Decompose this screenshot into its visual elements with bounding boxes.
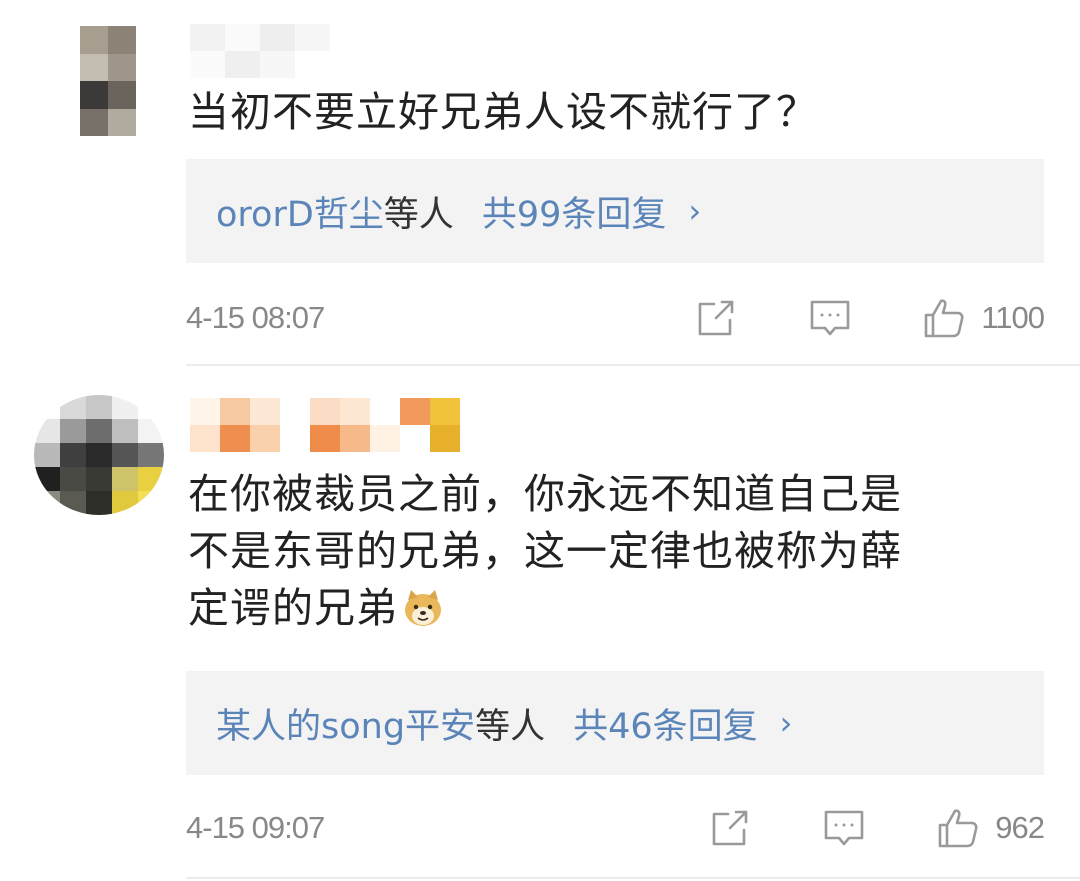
thumbs-up-icon[interactable] bbox=[933, 803, 983, 853]
comment-icon[interactable] bbox=[819, 803, 869, 853]
thumbs-up-icon[interactable] bbox=[919, 293, 969, 343]
timestamp: 4-15 09:07 bbox=[186, 810, 325, 845]
comment-text: 在你被裁员之前，你永远不知道自己是 不是东哥的兄弟，这一定律也被称为薛 定谔的兄… bbox=[188, 466, 1028, 637]
share-icon[interactable] bbox=[691, 293, 741, 343]
reply-count: 共46条回复 bbox=[573, 706, 758, 747]
reply-count: 共99条回复 bbox=[481, 194, 667, 235]
comment-actions: 962 bbox=[705, 803, 1045, 853]
share-icon[interactable] bbox=[705, 803, 755, 853]
username-pixelated[interactable] bbox=[190, 24, 330, 78]
chevron-right-icon: › bbox=[688, 192, 702, 230]
comment-text-body: 在你被裁员之前，你永远不知道自己是 不是东哥的兄弟，这一定律也被称为薛 定谔的兄… bbox=[188, 470, 902, 632]
reply-users-suffix: 等人 bbox=[383, 194, 454, 235]
comment-meta: 4-15 09:07 962 bbox=[186, 803, 1045, 853]
reply-users-link[interactable]: 某人的song平安 bbox=[216, 698, 475, 749]
reply-users-link[interactable]: ororD哲尘 bbox=[216, 186, 384, 237]
divider bbox=[186, 877, 1080, 879]
doge-emoji-icon bbox=[402, 586, 444, 626]
like-count: 962 bbox=[995, 810, 1045, 845]
username-pixelated[interactable] bbox=[190, 398, 460, 452]
comment-item: 当初不要立好兄弟人设不就行了？ ororD哲尘 等人 共99条回复 › 4-15… bbox=[0, 0, 1080, 366]
like-count: 1100 bbox=[981, 300, 1045, 335]
view-replies-button[interactable]: 某人的song平安 等人 共46条回复 › bbox=[186, 671, 1044, 775]
avatar[interactable] bbox=[34, 395, 164, 515]
comment-meta: 4-15 08:07 1100 bbox=[186, 293, 1045, 343]
comment-text: 当初不要立好兄弟人设不就行了？ bbox=[188, 88, 818, 136]
view-replies-button[interactable]: ororD哲尘 等人 共99条回复 › bbox=[186, 159, 1044, 263]
comment-actions: 1100 bbox=[691, 293, 1045, 343]
timestamp: 4-15 08:07 bbox=[186, 300, 325, 335]
reply-users-suffix: 等人 bbox=[475, 706, 546, 747]
comment-icon[interactable] bbox=[805, 293, 855, 343]
avatar[interactable] bbox=[80, 26, 136, 136]
chevron-right-icon: › bbox=[779, 704, 793, 742]
